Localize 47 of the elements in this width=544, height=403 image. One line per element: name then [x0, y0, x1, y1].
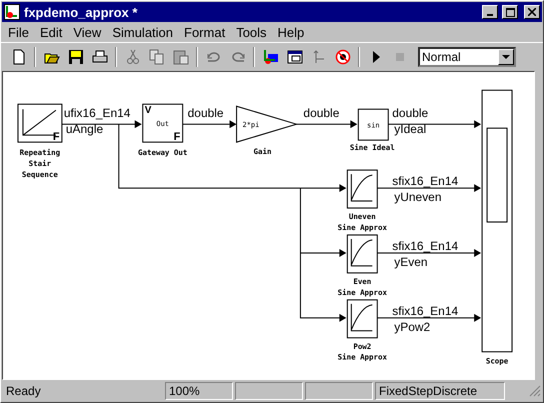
model-icon — [4, 4, 20, 20]
signal-label: yUneven — [394, 190, 442, 204]
resize-grip-icon — [529, 385, 541, 397]
dropdown-arrow-icon — [502, 54, 510, 60]
signal-label: sfix16_En14 — [392, 304, 458, 318]
stair-block[interactable] — [17, 104, 62, 143]
close-icon — [528, 8, 536, 16]
solver-panel: FixedStepDiscrete — [375, 382, 505, 400]
lookup-block[interactable] — [346, 299, 378, 338]
signal-label: uAngle — [66, 122, 104, 136]
signal-label: sfix16_En14 — [392, 174, 458, 188]
maximize-icon — [506, 8, 514, 16]
file-menu[interactable]: File — [3, 24, 35, 40]
signal-label: sfix16_En14 — [392, 238, 458, 253]
edit-menu[interactable]: Edit — [34, 24, 68, 40]
view-menu[interactable]: View — [68, 24, 108, 40]
lookup-block[interactable] — [346, 234, 378, 274]
window-title: fxpdemo_approx * — [24, 4, 138, 20]
status-text: Ready — [5, 383, 42, 400]
function-block[interactable] — [358, 108, 389, 141]
simulation-menu[interactable]: Simulation — [107, 24, 180, 40]
format-menu[interactable]: Format — [179, 24, 232, 40]
minimize-button[interactable] — [482, 5, 498, 19]
curve-icon — [350, 174, 373, 202]
signal-label: yEven — [394, 254, 428, 269]
signal-label: yIdeal — [394, 122, 426, 136]
zoom-level-panel: 100% — [165, 382, 233, 400]
signal-label: double — [392, 106, 428, 120]
lookup-block[interactable] — [346, 170, 378, 209]
curve-icon — [350, 238, 373, 266]
close-button[interactable] — [524, 5, 540, 19]
signal-label: yPow2 — [394, 320, 430, 334]
tools-menu[interactable]: Tools — [231, 24, 273, 40]
gain-block[interactable] — [236, 106, 298, 143]
curve-icon — [350, 303, 373, 332]
help-menu[interactable]: Help — [272, 24, 310, 40]
block-text: F — [174, 131, 180, 144]
status-panel — [235, 382, 303, 400]
status-panel — [305, 382, 373, 400]
simulation-mode-dropdown[interactable]: Normal — [418, 47, 516, 67]
maximize-button[interactable] — [502, 5, 518, 19]
gateway-block[interactable] — [142, 104, 184, 143]
signal-label: double — [188, 106, 224, 120]
block-text: F — [52, 131, 60, 144]
signal-label: double — [303, 106, 340, 120]
block-text: V — [144, 105, 152, 116]
signal-label: ufix16_En14 — [64, 106, 130, 120]
